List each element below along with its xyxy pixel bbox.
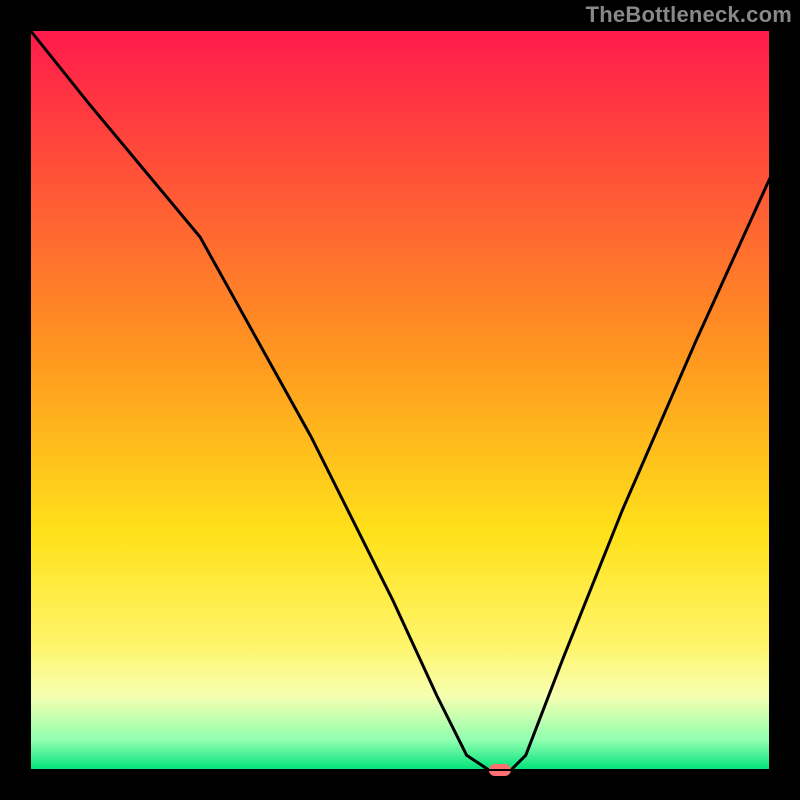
- chart-frame: TheBottleneck.com: [0, 0, 800, 800]
- plot-background: [30, 30, 770, 770]
- bottleneck-chart: [0, 0, 800, 800]
